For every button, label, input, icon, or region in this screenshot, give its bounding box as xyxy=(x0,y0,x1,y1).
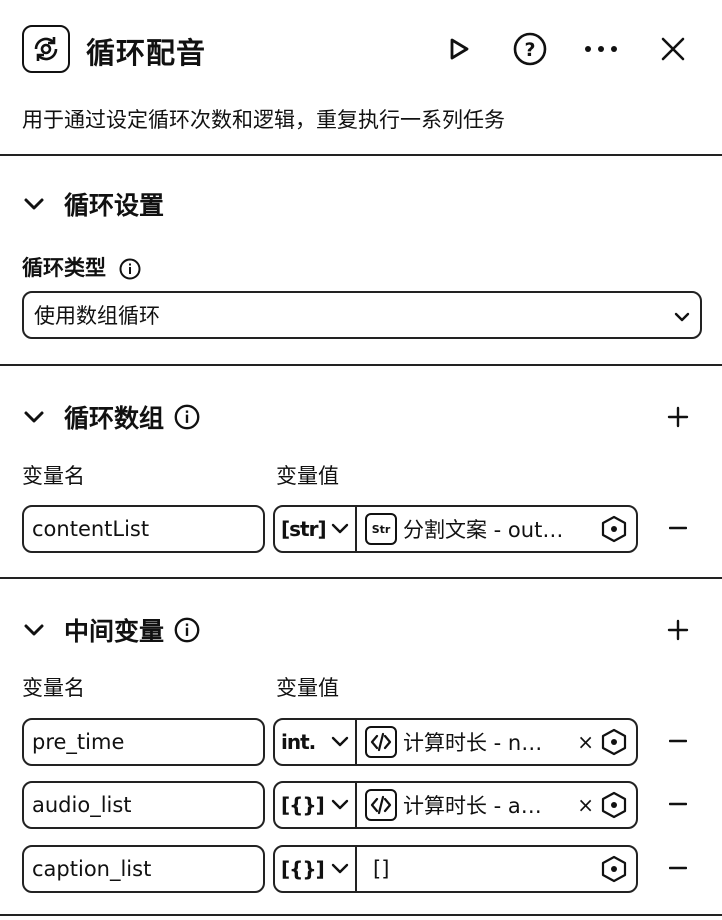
variable-name-input[interactable]: pre_time xyxy=(22,718,265,766)
code-node-icon xyxy=(365,726,397,758)
loop-type-value: 使用数组循环 xyxy=(34,304,160,328)
variable-name-value: caption_list xyxy=(32,857,152,881)
remove-row-button[interactable] xyxy=(668,518,688,538)
add-intermediate-variable-button[interactable] xyxy=(664,616,692,644)
chevron-down-icon xyxy=(22,618,46,642)
section-title: 中间变量 xyxy=(64,617,165,646)
info-icon[interactable] xyxy=(174,617,200,643)
chevron-down-icon xyxy=(331,523,349,534)
add-loop-array-button[interactable] xyxy=(664,403,692,431)
type-select[interactable]: int. xyxy=(275,720,357,764)
column-header-value: 变量值 xyxy=(276,676,339,700)
variable-name-input[interactable]: caption_list xyxy=(22,845,265,893)
clear-reference-button[interactable]: × xyxy=(577,730,594,754)
reference-value: 分割文案 - out… xyxy=(403,518,564,542)
variable-picker-icon[interactable] xyxy=(600,791,628,819)
close-icon xyxy=(661,37,685,61)
type-label: [{}] xyxy=(281,793,325,817)
info-icon[interactable] xyxy=(119,258,141,280)
column-header-name: 变量名 xyxy=(22,464,85,488)
variable-value-field[interactable]: [str] Str 分割文案 - out… xyxy=(273,505,638,553)
reference-value: 计算时长 - n… xyxy=(403,731,543,755)
column-header-value: 变量值 xyxy=(276,464,339,488)
minus-icon xyxy=(669,866,687,870)
node-title: 循环配音 xyxy=(86,36,207,70)
divider xyxy=(0,577,722,579)
variable-value-field[interactable]: [{}] 计算时长 - a… × xyxy=(273,781,638,829)
loop-node-logo xyxy=(22,25,70,73)
plus-icon xyxy=(667,406,689,428)
clear-reference-button[interactable]: × xyxy=(577,793,594,817)
section-title: 循环设置 xyxy=(64,191,165,220)
variable-name-value: audio_list xyxy=(32,793,132,817)
variable-value-field[interactable]: int. 计算时长 - n… × xyxy=(273,718,638,766)
more-icon xyxy=(585,46,617,52)
remove-row-button[interactable] xyxy=(668,858,688,878)
type-label: int. xyxy=(281,730,316,754)
type-label: [{}] xyxy=(281,857,325,881)
code-node-icon xyxy=(365,789,397,821)
minus-icon xyxy=(669,739,687,743)
info-icon[interactable] xyxy=(174,404,200,430)
chevron-down-icon xyxy=(22,405,46,429)
loop-icon xyxy=(34,37,58,61)
chevron-down-icon xyxy=(22,192,46,216)
minus-icon xyxy=(669,526,687,530)
chevron-down-icon xyxy=(331,736,349,747)
variable-name-value: pre_time xyxy=(32,730,125,754)
variable-value-field[interactable]: [{}] [] xyxy=(273,845,638,893)
variable-picker-icon[interactable] xyxy=(600,515,628,543)
type-select[interactable]: [{}] xyxy=(275,847,357,891)
section-title: 循环数组 xyxy=(64,404,165,433)
node-description: 用于通过设定循环次数和逻辑，重复执行一系列任务 xyxy=(22,108,505,132)
help-icon: ? xyxy=(513,32,547,66)
type-select[interactable]: [{}] xyxy=(275,783,357,827)
type-select[interactable]: [str] xyxy=(275,507,357,551)
loop-type-label: 循环类型 xyxy=(22,256,106,280)
section-header-loop-settings[interactable]: 循环设置 xyxy=(22,186,164,222)
section-header-intermediate[interactable]: 中间变量 xyxy=(22,612,200,648)
type-label: [str] xyxy=(281,517,327,541)
svg-text:?: ? xyxy=(524,39,535,61)
divider xyxy=(0,914,722,916)
divider xyxy=(0,364,722,366)
remove-row-button[interactable] xyxy=(668,731,688,751)
section-header-loop-array[interactable]: 循环数组 xyxy=(22,399,200,435)
reference-value: 计算时长 - a… xyxy=(403,794,542,818)
variable-name-value: contentList xyxy=(32,517,150,541)
help-button[interactable]: ? xyxy=(511,30,549,68)
column-header-name: 变量名 xyxy=(22,676,85,700)
string-node-icon: Str xyxy=(365,513,397,545)
variable-picker-icon[interactable] xyxy=(600,728,628,756)
plus-icon xyxy=(667,619,689,641)
close-button[interactable] xyxy=(654,30,692,68)
variable-name-input[interactable]: audio_list xyxy=(22,781,265,829)
divider xyxy=(0,154,722,156)
run-button[interactable] xyxy=(440,30,478,68)
chevron-down-icon xyxy=(331,799,349,810)
minus-icon xyxy=(669,802,687,806)
literal-value-input[interactable]: [] xyxy=(373,857,594,881)
more-button[interactable] xyxy=(582,30,620,68)
remove-row-button[interactable] xyxy=(668,794,688,814)
chevron-down-icon xyxy=(674,303,690,327)
loop-type-select[interactable]: 使用数组循环 xyxy=(22,291,702,339)
variable-picker-icon[interactable] xyxy=(600,855,628,883)
run-icon xyxy=(450,38,469,60)
chevron-down-icon xyxy=(331,863,349,874)
variable-name-input[interactable]: contentList xyxy=(22,505,265,553)
loop-type-label-group: 循环类型 xyxy=(22,252,141,282)
